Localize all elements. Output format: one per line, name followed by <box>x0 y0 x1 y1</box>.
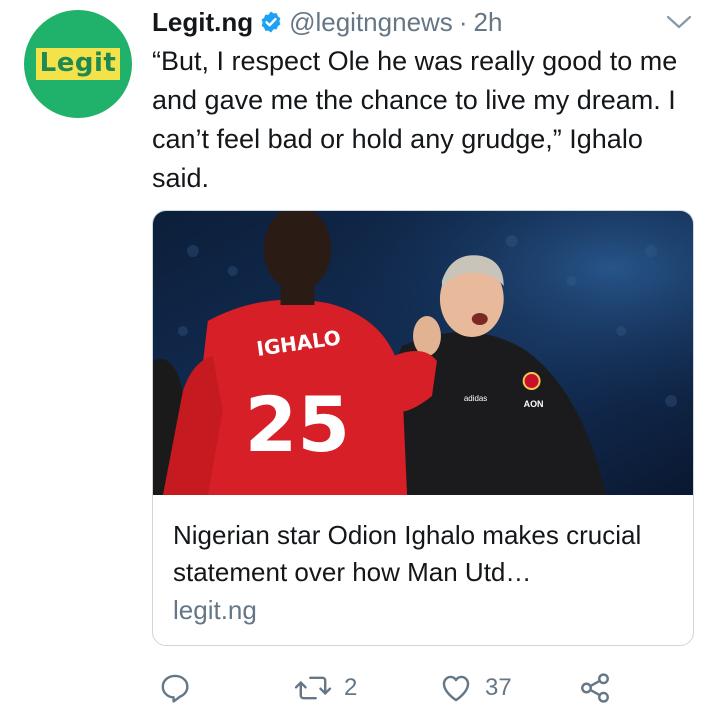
share-button[interactable] <box>578 670 612 706</box>
retweet-icon <box>294 676 332 700</box>
retweet-button[interactable]: 2 <box>294 670 357 706</box>
like-count: 37 <box>485 674 512 701</box>
display-name[interactable]: Legit.ng <box>152 7 253 38</box>
link-preview-card[interactable]: AON adidas IGHALO 25 Nigerian star Odion… <box>152 210 694 646</box>
user-handle[interactable]: @legitngnews <box>289 7 453 38</box>
card-domain: legit.ng <box>173 595 257 625</box>
jersey-number: 25 <box>245 381 350 469</box>
tweet-header: Legit.ng @legitngnews · 2h <box>152 4 502 40</box>
card-image: AON adidas IGHALO 25 <box>153 211 693 495</box>
tweet-timestamp[interactable]: 2h <box>473 7 502 38</box>
avatar[interactable]: Legit <box>24 10 132 118</box>
tweet-text: “But, I respect Ole he was really good t… <box>152 46 678 193</box>
reply-icon <box>161 674 189 703</box>
svg-text:AON: AON <box>524 399 544 409</box>
chevron-down-icon[interactable] <box>664 12 694 37</box>
like-button[interactable]: 37 <box>439 670 512 706</box>
tweet-actions: 2 37 <box>152 670 697 706</box>
share-icon <box>581 673 609 703</box>
card-title: Nigerian star Odion Ighalo makes crucial… <box>173 520 642 587</box>
heart-icon <box>442 675 470 702</box>
verified-badge-icon <box>259 10 283 34</box>
reply-button[interactable] <box>158 670 192 706</box>
avatar-logo-text: Legit <box>35 48 121 80</box>
retweet-count: 2 <box>344 674 358 701</box>
svg-text:adidas: adidas <box>464 394 487 403</box>
header-separator: · <box>458 6 468 37</box>
